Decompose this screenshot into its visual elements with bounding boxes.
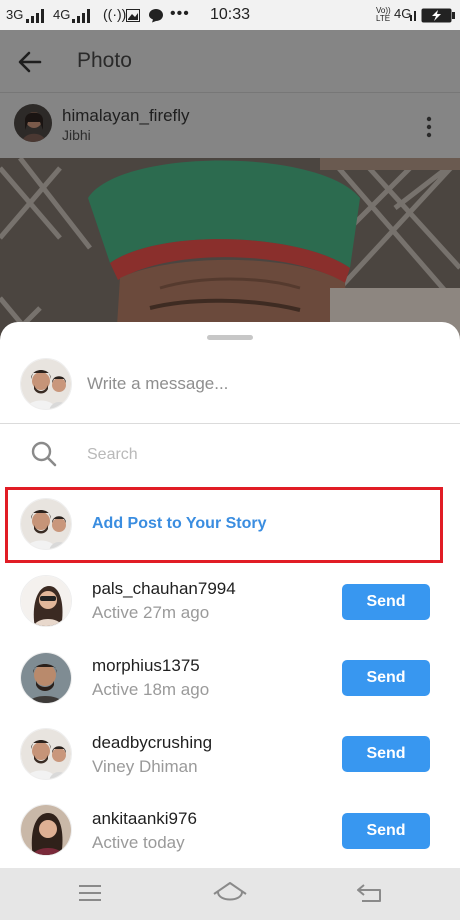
more-options-icon[interactable] [425, 115, 433, 139]
contact-avatar [20, 804, 72, 856]
send-button[interactable]: Send [342, 813, 430, 849]
contact-name: deadbycrushing [92, 733, 213, 752]
signal-small-icon [410, 11, 416, 21]
back-arrow-icon[interactable] [16, 48, 44, 76]
send-button[interactable]: Send [342, 584, 430, 620]
add-to-story-label[interactable]: Add Post to Your Story [92, 515, 267, 533]
contact-name: pals_chauhan7994 [92, 579, 236, 598]
search-icon [31, 441, 57, 467]
home-icon[interactable] [212, 880, 248, 904]
chat-bubble-icon [149, 9, 163, 23]
menu-icon[interactable] [78, 884, 102, 902]
top-app-bar [0, 30, 460, 92]
search-input[interactable]: Search [87, 446, 138, 464]
back-nav-icon[interactable] [356, 883, 382, 903]
my-avatar [20, 358, 72, 410]
signal-icon [26, 9, 44, 23]
send-button[interactable]: Send [342, 736, 430, 772]
message-input[interactable]: Write a message... [87, 374, 228, 394]
status-bar: 3G 4G ((·)) ••• 10:33 Vo)) LTE 4G [0, 0, 460, 30]
volte-label: Vo)) LTE [376, 6, 391, 23]
drag-handle[interactable] [207, 335, 253, 340]
contact-name: morphius1375 [92, 656, 200, 675]
contact-name: ankitaanki976 [92, 809, 197, 828]
contact-avatar [20, 728, 72, 780]
page-title: Photo [77, 49, 132, 72]
divider [0, 423, 460, 424]
hotspot-icon: ((·)) [103, 6, 127, 22]
post-location[interactable]: Jibhi [62, 127, 91, 143]
contact-status: Active 18m ago [92, 680, 210, 699]
status-time: 10:33 [210, 6, 251, 23]
contact-status: Active today [92, 833, 185, 852]
network-label-3g: 3G [6, 7, 24, 22]
poster-username[interactable]: himalayan_firefly [62, 106, 190, 126]
network-label-4g: 4G [53, 7, 71, 22]
contact-avatar [20, 575, 72, 627]
signal-icon [72, 9, 90, 23]
more-notifications-icon: ••• [170, 5, 190, 22]
story-avatar [20, 498, 72, 550]
send-button[interactable]: Send [342, 660, 430, 696]
gallery-icon [126, 9, 140, 22]
contact-status: Active 27m ago [92, 603, 210, 622]
poster-avatar[interactable] [14, 104, 52, 142]
battery-charging-icon [421, 8, 455, 23]
network-label-4g2: 4G [394, 6, 412, 21]
contact-avatar [20, 652, 72, 704]
contact-status: Viney Dhiman [92, 757, 198, 776]
